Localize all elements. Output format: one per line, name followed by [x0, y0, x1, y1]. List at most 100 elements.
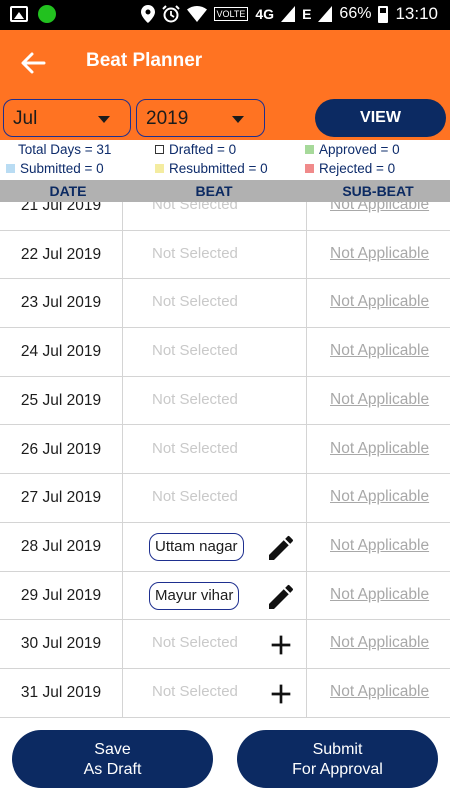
column-date: DATE [49, 183, 87, 199]
column-divider [122, 202, 123, 718]
table-row: 26 Jul 2019 Not Selected Not Applicable [0, 426, 450, 475]
sub-beat-link[interactable]: Not Applicable [330, 488, 429, 506]
approved-swatch [305, 145, 314, 154]
beat-placeholder: Not Selected [152, 293, 238, 311]
sub-beat-link[interactable]: Not Applicable [330, 440, 429, 458]
legend-approved: Approved = 0 [305, 142, 400, 157]
pencil-icon[interactable] [264, 532, 298, 564]
save-label-line1: Save [94, 741, 131, 758]
beat-placeholder: Not Selected [152, 390, 238, 408]
beat-placeholder: Not Selected [152, 439, 238, 457]
year-select[interactable]: 2019 [136, 99, 265, 137]
table-row: 29 Jul 2019 Mayur vihar Not Applicable [0, 572, 450, 621]
legend-drafted: Drafted = 0 [155, 142, 236, 157]
legend-submitted-text: Submitted = 0 [20, 161, 104, 176]
bottom-actions: Save As Draft Submit For Approval [0, 718, 450, 800]
sub-beat-link[interactable]: Not Applicable [330, 683, 429, 701]
sub-beat-link[interactable]: Not Applicable [330, 391, 429, 409]
row-date: 23 Jul 2019 [20, 294, 102, 312]
signal-icon [281, 6, 296, 22]
chevron-down-icon [232, 116, 244, 123]
table-row: 23 Jul 2019 Not Selected Not Applicable [0, 279, 450, 329]
save-as-draft-button[interactable]: Save As Draft [12, 730, 213, 788]
month-value: Jul [13, 108, 38, 129]
chevron-down-icon [98, 116, 110, 123]
table-header: DATE BEAT SUB-BEAT [0, 180, 450, 202]
legend-resubmitted: Resubmitted = 0 [155, 161, 268, 176]
notification-dot-icon [38, 5, 56, 23]
submit-label-line1: Submit [312, 741, 363, 758]
sub-beat-link[interactable]: Not Applicable [330, 293, 429, 311]
row-date: 22 Jul 2019 [20, 245, 102, 263]
table-row: 28 Jul 2019 Uttam nagar Not Applicable [0, 523, 450, 572]
page-title: Beat Planner [86, 50, 203, 71]
beat-placeholder: Not Selected [152, 683, 238, 700]
sub-beat-link[interactable]: Not Applicable [330, 245, 429, 263]
table-row: 27 Jul 2019 Not Selected Not Applicable [0, 474, 450, 523]
sub-beat-link[interactable]: Not Applicable [330, 342, 429, 360]
row-date: 25 Jul 2019 [20, 391, 102, 409]
legend-submitted: Submitted = 0 [6, 161, 104, 176]
beat-table: 21 Jul 2019 Not Selected Not Applicable 22 … [0, 202, 450, 718]
signal-icon-2 [318, 6, 333, 22]
legend-resubmitted-text: Resubmitted = 0 [169, 161, 268, 176]
legend-rejected: Rejected = 0 [305, 161, 395, 176]
row-date: 30 Jul 2019 [20, 635, 102, 653]
plus-icon[interactable] [264, 629, 298, 661]
submit-label-line2: For Approval [292, 761, 383, 778]
network-type: 4G [255, 6, 275, 22]
sub-beat-link[interactable]: Not Applicable [330, 634, 429, 652]
drafted-swatch [155, 145, 164, 154]
beat-placeholder: Not Selected [152, 244, 238, 262]
table-row: 22 Jul 2019 Not Selected Not Applicable [0, 231, 450, 280]
beat-placeholder: Not Selected [152, 634, 238, 652]
volte-label: VOLTE [213, 7, 249, 21]
row-date: 24 Jul 2019 [20, 343, 102, 361]
column-sub-beat: SUB-BEAT [342, 183, 414, 199]
data-type: E [302, 6, 312, 22]
row-date: 27 Jul 2019 [20, 489, 102, 507]
row-date: 31 Jul 2019 [20, 684, 102, 701]
row-date: 28 Jul 2019 [20, 537, 102, 555]
sub-beat-link[interactable]: Not Applicable [330, 537, 429, 555]
column-divider [306, 202, 307, 718]
sub-beat-link[interactable]: Not Applicable [330, 586, 429, 604]
table-row: 24 Jul 2019 Not Selected Not Applicable [0, 328, 450, 377]
table-row: 30 Jul 2019 Not Selected Not Applicable [0, 620, 450, 669]
pencil-icon[interactable] [264, 581, 298, 613]
resubmitted-swatch [155, 164, 164, 173]
row-date: 29 Jul 2019 [20, 586, 102, 604]
arrow-left-icon[interactable] [18, 48, 48, 78]
app-bar: Beat Planner [0, 30, 450, 96]
gallery-icon [10, 6, 28, 22]
battery-percent: 66% [339, 5, 372, 22]
legend-total-days-text: Total Days = 31 [18, 142, 112, 157]
plus-icon[interactable] [264, 678, 298, 710]
status-bar: VOLTE 4G E 66% 13:10 [0, 0, 450, 30]
table-row: 31 Jul 2019 Not Selected Not Applicable [0, 669, 450, 718]
beat-placeholder: Not Selected [152, 202, 238, 213]
battery-icon [378, 5, 389, 23]
beat-chip[interactable]: Mayur vihar [149, 581, 240, 610]
view-button[interactable]: VIEW [315, 99, 446, 137]
location-icon [140, 5, 155, 23]
submitted-swatch [6, 164, 15, 173]
year-value: 2019 [146, 108, 189, 129]
table-row: 25 Jul 2019 Not Selected Not Applicable [0, 377, 450, 426]
month-select[interactable]: Jul [3, 99, 131, 137]
sub-beat-link[interactable]: Not Applicable [330, 202, 429, 214]
table-row: 21 Jul 2019 Not Selected Not Applicable [0, 202, 450, 231]
alarm-icon [161, 5, 180, 23]
submit-for-approval-button[interactable]: Submit For Approval [237, 730, 438, 788]
wifi-icon [186, 6, 207, 22]
legend-drafted-text: Drafted = 0 [169, 142, 237, 157]
beat-placeholder: Not Selected [152, 488, 238, 506]
status-legend: Total Days = 31 Drafted = 0 Approved = 0… [0, 140, 450, 180]
clock: 13:10 [395, 4, 438, 23]
beat-chip[interactable]: Uttam nagar [149, 532, 244, 561]
legend-total-days: Total Days = 31 [18, 142, 111, 157]
legend-rejected-text: Rejected = 0 [319, 161, 396, 176]
row-date: 21 Jul 2019 [20, 202, 102, 214]
beat-placeholder: Not Selected [152, 342, 238, 360]
filter-row: Jul 2019 VIEW [0, 96, 450, 140]
